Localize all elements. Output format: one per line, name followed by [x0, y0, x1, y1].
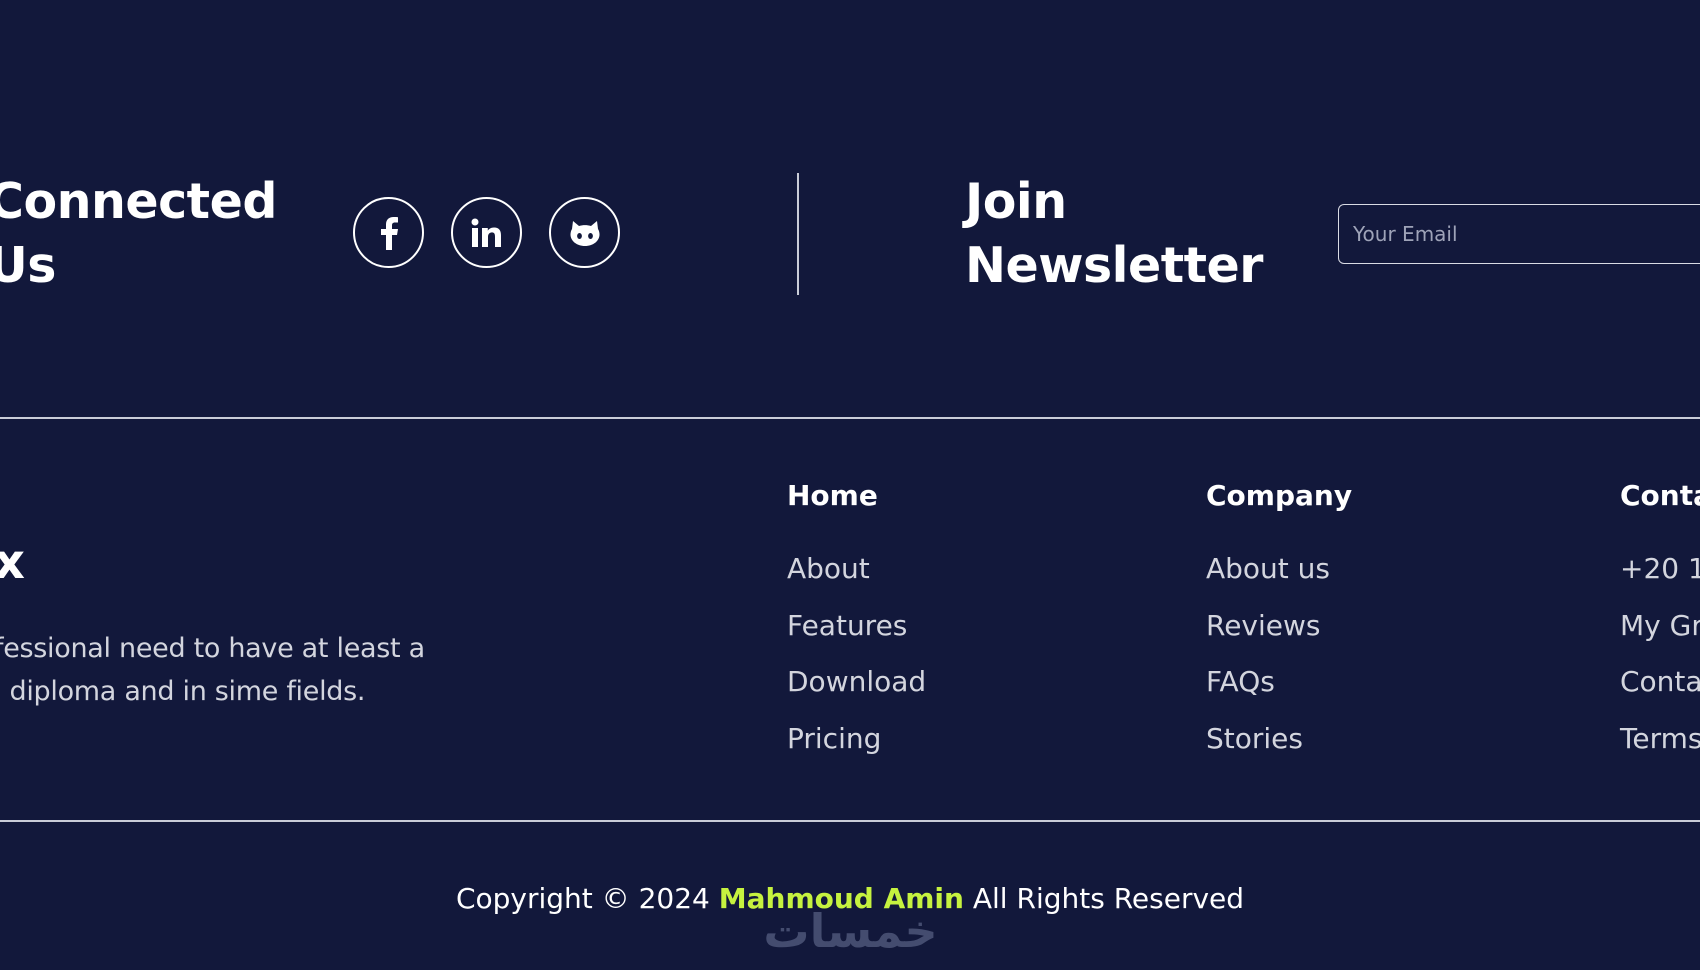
- newsletter-heading-line2: Newsletter: [965, 237, 1263, 294]
- footer-link-faqs[interactable]: FAQs: [1206, 664, 1352, 700]
- github-button[interactable]: [549, 197, 620, 268]
- facebook-button[interactable]: [353, 197, 424, 268]
- column-title: Home: [787, 479, 878, 512]
- footer-link-my-group[interactable]: My Gr: [1620, 608, 1700, 644]
- linkedin-icon: [471, 218, 501, 247]
- bottom-divider: [0, 820, 1700, 822]
- social-links: [353, 197, 620, 268]
- footer-link-reviews[interactable]: Reviews: [1206, 608, 1352, 644]
- connect-heading-line1: Connected: [0, 173, 277, 230]
- description-line1: fessional need to have at least a: [0, 633, 425, 664]
- column-title: Conta: [1620, 479, 1700, 512]
- brand-description: fessional need to have at least a l dipl…: [0, 627, 494, 713]
- footer-page: Connected Us Join Newsletter Your Email …: [0, 0, 1700, 970]
- connect-heading-line2: Us: [0, 237, 56, 294]
- company-column: Company About us Reviews FAQs Stories: [1206, 478, 1352, 777]
- linkedin-button[interactable]: [451, 197, 522, 268]
- connect-heading: Connected Us: [0, 170, 277, 298]
- newsletter-heading: Join Newsletter: [965, 170, 1263, 298]
- column-title: Company: [1206, 479, 1353, 512]
- footer-link-about-us[interactable]: About us: [1206, 551, 1352, 587]
- description-line2: l diploma and in sime fields.: [0, 676, 366, 707]
- footer-link-stories[interactable]: Stories: [1206, 721, 1352, 757]
- github-icon: [570, 220, 599, 246]
- contact-column: Conta +20 12 My Gr Conta Terms: [1620, 478, 1700, 777]
- watermark-logo: خمسات: [763, 904, 938, 958]
- footer-link-terms[interactable]: Terms: [1620, 721, 1700, 757]
- footer-link-features[interactable]: Features: [787, 608, 926, 644]
- facebook-icon: [380, 216, 398, 250]
- footer-link-contact[interactable]: Conta: [1620, 664, 1700, 700]
- footer-link-pricing[interactable]: Pricing: [787, 721, 926, 757]
- home-column: Home About Features Download Pricing: [787, 478, 926, 777]
- brand-logo: x: [0, 534, 25, 590]
- email-input[interactable]: [1338, 204, 1700, 264]
- footer-link-phone[interactable]: +20 12: [1620, 551, 1700, 587]
- footer-link-about[interactable]: About: [787, 551, 926, 587]
- section-divider: [797, 173, 799, 295]
- newsletter-heading-line1: Join: [965, 173, 1067, 230]
- top-divider: [0, 417, 1700, 419]
- copyright-suffix: All Rights Reserved: [972, 882, 1245, 915]
- footer-link-download[interactable]: Download: [787, 664, 926, 700]
- copyright-prefix: Copyright © 2024: [455, 882, 710, 915]
